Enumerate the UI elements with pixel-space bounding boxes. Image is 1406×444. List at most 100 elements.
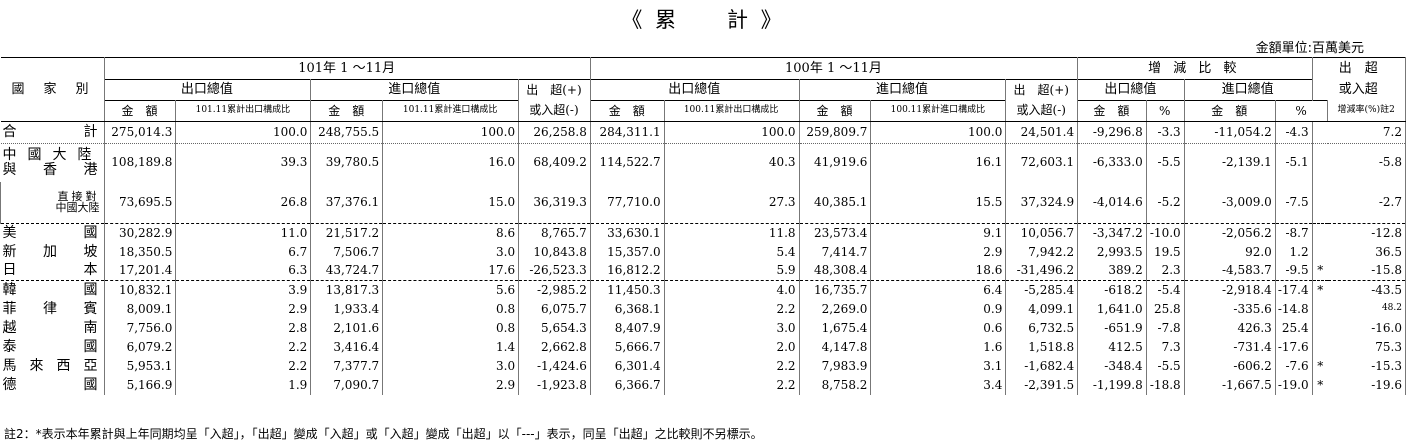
cell-bal11: 37,324.9	[1005, 181, 1079, 224]
table-body: 合 計 275,014.3 100.0 248,755.5 100.0 26,258.8 2…	[0, 121, 1406, 395]
cell-ex11: 33,630.1	[590, 223, 665, 243]
cell-dimp: -7.6	[1275, 356, 1313, 376]
cell-dimp: -4.3	[1275, 121, 1313, 144]
cell-dex: 1,641.0	[1077, 299, 1147, 319]
cell-mark: *	[1312, 280, 1328, 300]
cell-bal11: -2,391.5	[1005, 375, 1079, 395]
cell-dim: -2,056.2	[1184, 223, 1276, 243]
cell-ex12: 7,756.0	[104, 318, 177, 338]
row-country: 馬 來 西 亞	[0, 356, 105, 376]
header-share-import-2012: 101.11累計進口構成比	[382, 100, 520, 122]
header-surplus-plus-2011: 出 超(+)	[1005, 79, 1079, 101]
table-row: 德 國 5,166.9 1.9 7,090.7 2.9 -1,923.8 6,366.7 2.…	[0, 375, 1406, 395]
cell-dexp: -5.5	[1146, 143, 1185, 182]
page-title: 《 累 計 》	[621, 8, 785, 32]
header-surplus-top: 出 超	[1312, 57, 1406, 80]
cell-im12: 43,724.7	[310, 261, 384, 281]
table-row: 中國大陸與 香 港 108,189.8 39.3 39,780.5 16.0 68,409…	[0, 143, 1406, 182]
cell-im12: 21,517.2	[310, 223, 384, 243]
cell-mark: *	[1317, 377, 1324, 392]
cell-ims11: 100.0	[870, 121, 1007, 144]
cell-dimp: -19.0	[1275, 375, 1313, 395]
cell-dexp: -10.0	[1146, 223, 1185, 243]
cell-im12: 7,506.7	[310, 242, 384, 262]
cell-ims12: 2.9	[382, 375, 520, 395]
cell-im11: 16,735.7	[799, 280, 872, 300]
cell-exs11: 5.4	[664, 242, 800, 262]
cell-mark	[1312, 143, 1328, 182]
cell-ims11: 18.6	[870, 261, 1007, 281]
cell-dex: -1,199.8	[1077, 375, 1147, 395]
cell-ex11: 16,812.2	[590, 261, 665, 281]
header-country: 國 家 別	[0, 79, 105, 101]
row-country: 中國大陸與 香 港	[0, 143, 105, 182]
cell-dexp: 7.3	[1146, 337, 1185, 357]
cell-bal11: -1,682.4	[1005, 356, 1079, 376]
cell-exs11: 2.2	[664, 356, 800, 376]
cell-exs12: 6.7	[175, 242, 312, 262]
header-period-2011: 100年 1 ～11月	[590, 57, 1079, 80]
cell-ims12: 3.0	[382, 356, 520, 376]
cell-exs11: 4.0	[664, 280, 800, 300]
cell-ex11: 77,710.0	[590, 181, 665, 224]
table-row: 泰 國 6,079.2 2.2 3,416.4 1.4 2,662.8 5,666.7 2.0…	[0, 337, 1406, 357]
cell-exs11: 2.2	[664, 299, 800, 319]
table-row: 馬 來 西 亞 5,953.1 2.2 7,377.7 3.0 -1,424.6 6,301…	[0, 356, 1406, 376]
cell-rate: 48.2	[1327, 299, 1406, 319]
row-country: 韓 國	[0, 280, 105, 300]
header-surplus-mid: 或入超	[1312, 79, 1406, 101]
table-row: 日 本 17,201.4 6.3 43,724.7 17.6 -26,523.3 16,81…	[0, 261, 1406, 281]
cell-im11: 1,675.4	[799, 318, 872, 338]
cell-dexp: -18.8	[1146, 375, 1185, 395]
cell-dimp: -14.8	[1275, 299, 1313, 319]
cell-dex: 389.2	[1077, 261, 1147, 281]
cell-ex11: 6,368.1	[590, 299, 665, 319]
cell-ex11: 8,407.9	[590, 318, 665, 338]
cell-dexp: -7.8	[1146, 318, 1185, 338]
cell-ims11: 1.6	[870, 337, 1007, 357]
cell-rate: -19.6	[1327, 375, 1406, 395]
unit-label: 金額單位:百萬美元	[1255, 41, 1364, 56]
cell-exs12: 6.3	[175, 261, 312, 281]
cell-mark	[1312, 121, 1328, 144]
cell-rate: 36.5	[1327, 242, 1406, 262]
cell-rate: -5.8	[1327, 143, 1406, 182]
cell-rate: 7.2	[1327, 121, 1406, 144]
cell-bal12: 6,075.7	[518, 299, 591, 319]
cell-dim: -1,667.5	[1184, 375, 1276, 395]
cell-im11: 4,147.8	[799, 337, 872, 357]
header-amount: 金 額	[1077, 100, 1147, 122]
cell-ims12: 3.0	[382, 242, 520, 262]
table-row: 新 加 坡 18,350.5 6.7 7,506.7 3.0 10,843.8 15,357…	[0, 242, 1406, 262]
cell-dexp: -5.2	[1146, 181, 1185, 224]
cell-mark	[1312, 223, 1328, 243]
cell-bal12: -26,523.3	[518, 261, 591, 281]
header-amount: 金 額	[590, 100, 665, 122]
cell-bal11: 72,603.1	[1005, 143, 1079, 182]
cell-bal12: 2,662.8	[518, 337, 591, 357]
cell-ex11: 11,450.3	[590, 280, 665, 300]
cell-bal12: 8,765.7	[518, 223, 591, 243]
header-rate: 增減率(%)註2	[1327, 100, 1406, 122]
cell-im11: 48,308.4	[799, 261, 872, 281]
cell-im11: 7,414.7	[799, 242, 872, 262]
cell-dim: 426.3	[1184, 318, 1276, 338]
cell-bal12: -1,424.6	[518, 356, 591, 376]
cell-dimp: -17.4	[1275, 280, 1313, 300]
cell-ims11: 6.4	[870, 280, 1007, 300]
cell-exs12: 100.0	[175, 121, 312, 144]
row-country: 直接對 中國大陸	[0, 181, 105, 224]
header-row-2: 國 家 別 出口總值 進口總值 出 超(+) 出口總值 進口總值 出 超(+) …	[0, 79, 1406, 101]
cell-ex12: 8,009.1	[104, 299, 177, 319]
row-country: 泰 國	[0, 337, 105, 357]
cell-dimp: 1.2	[1275, 242, 1313, 262]
header-import-2012: 進口總值	[310, 79, 520, 101]
cell-im11: 7,983.9	[799, 356, 872, 376]
cell-mark	[1312, 300, 1328, 319]
cell-exs12: 2.2	[175, 337, 312, 357]
cell-exs12: 2.2	[175, 356, 312, 376]
cell-bal12: 68,409.2	[518, 143, 591, 182]
cell-im12: 7,090.7	[310, 375, 384, 395]
header-amount: 金 額	[1184, 100, 1276, 122]
cell-dexp: -5.4	[1146, 280, 1185, 300]
